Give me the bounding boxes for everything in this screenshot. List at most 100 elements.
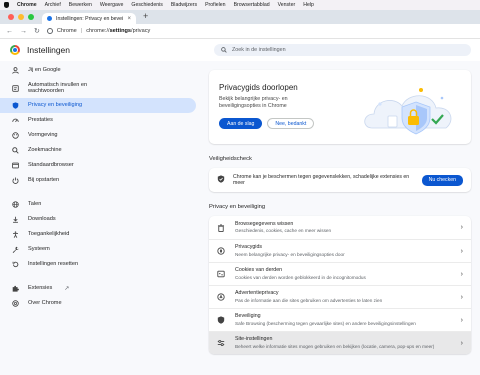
chevron-right-icon: › xyxy=(460,247,463,255)
sidebar-item-system[interactable]: Systeem xyxy=(0,242,196,257)
row-subtitle: Cookies van derden worden geblokkeerd in… xyxy=(235,274,366,280)
safety-check-heading: Veiligheidscheck xyxy=(209,156,252,162)
search-icon xyxy=(12,147,19,154)
row-text: Advertentieprivacy Pas de informatie aan… xyxy=(235,290,451,303)
reload-icon[interactable]: ↻ xyxy=(34,27,40,35)
sidebar-item-extensions[interactable]: Extensies ↗ xyxy=(0,281,196,296)
sidebar-item-about-chrome[interactable]: Over Chrome xyxy=(0,296,196,311)
sidebar-item-appearance[interactable]: Vormgeving xyxy=(0,128,196,143)
sidebar-item-default-browser[interactable]: Standaardbrowser xyxy=(0,158,196,173)
mac-menu-bar: Chrome Archief Bewerken Weergave Geschie… xyxy=(0,0,480,10)
row-ad-privacy[interactable]: Advertentieprivacy Pas de informatie aan… xyxy=(209,285,471,308)
menu-bladwijzers[interactable]: Bladwijzers xyxy=(171,2,197,8)
no-thanks-button[interactable]: Nee, bedankt xyxy=(267,118,315,129)
sidebar-item-you-and-google[interactable]: Jij en Google xyxy=(0,63,196,78)
address-bar[interactable]: Chrome | chrome://settings/privacy xyxy=(46,26,197,36)
settings-search[interactable] xyxy=(214,44,471,56)
menu-bewerken[interactable]: Bewerken xyxy=(69,2,92,8)
menu-browsertabblad[interactable]: Browsertabblad xyxy=(234,2,270,8)
row-title: Site-instellingen xyxy=(235,336,273,343)
sidebar-item-label: Talen xyxy=(28,201,42,208)
settings-sidebar: Jij en Google Automatisch invullen en wa… xyxy=(0,63,208,311)
sidebar-item-languages[interactable]: Talen xyxy=(0,197,196,212)
row-text: Beveiliging Safe Browsing (bescherming t… xyxy=(235,313,451,326)
sidebar-item-accessibility[interactable]: Toegankelijkheid xyxy=(0,227,196,242)
row-subtitle: Beheert welke informatie sites mogen geb… xyxy=(235,343,435,349)
row-privacy-guide[interactable]: Privacygids Neem belangrijke privacy- en… xyxy=(209,239,471,262)
sidebar-item-label: Automatisch invullen en wachtwoorden xyxy=(28,81,88,95)
accessibility-icon xyxy=(12,231,19,238)
row-subtitle: Safe Browsing (bescherming tegen gevaarl… xyxy=(235,320,416,326)
row-text: Privacygids Neem belangrijke privacy- en… xyxy=(235,244,451,257)
row-text: Cookies van derden Cookies van derden wo… xyxy=(235,267,451,280)
site-info-icon[interactable] xyxy=(46,28,53,34)
row-site-settings[interactable]: Site-instellingen Beheert welke informat… xyxy=(209,331,471,354)
zoom-window-button[interactable] xyxy=(28,14,34,20)
speedometer-icon xyxy=(12,117,19,124)
close-tab-icon[interactable]: × xyxy=(127,16,131,22)
browser-toolbar: ← → ↻ Chrome | chrome://settings/privacy xyxy=(0,24,480,39)
power-icon xyxy=(12,177,19,184)
menu-profielen[interactable]: Profielen xyxy=(205,2,225,8)
shield-check-icon xyxy=(217,175,225,185)
row-security[interactable]: Beveiliging Safe Browsing (bescherming t… xyxy=(209,308,471,331)
new-tab-button[interactable]: + xyxy=(136,11,155,24)
check-now-button[interactable]: Nu checken xyxy=(421,174,463,186)
browser-icon xyxy=(12,162,19,169)
chevron-right-icon: › xyxy=(460,224,463,231)
sidebar-item-search-engine[interactable]: Zoekmachine xyxy=(0,143,196,158)
settings-header: Instellingen xyxy=(0,39,480,61)
forward-icon[interactable]: → xyxy=(20,28,27,35)
row-subtitle: Geschiedenis, cookies, cache en meer wis… xyxy=(235,228,332,234)
sidebar-item-label: Toegankelijkheid xyxy=(28,231,70,238)
menu-archief[interactable]: Archief xyxy=(45,2,61,8)
sidebar-item-privacy[interactable]: Privacy en beveiliging xyxy=(0,98,196,113)
sidebar-item-label: Systeem xyxy=(28,246,50,253)
chevron-right-icon: › xyxy=(460,339,463,347)
apple-icon[interactable] xyxy=(4,2,9,8)
privacy-settings-list: Browsegegevens wissen Geschiedenis, cook… xyxy=(209,216,471,354)
autofill-icon xyxy=(12,84,19,92)
sidebar-item-performance[interactable]: Prestaties xyxy=(0,113,196,128)
wrench-icon xyxy=(12,246,19,253)
menu-weergave[interactable]: Weergave xyxy=(100,2,124,8)
settings-main: Privacygids doorlopen Bekijk belangrijke… xyxy=(209,70,471,354)
sidebar-item-label: Zoekmachine xyxy=(28,147,62,154)
row-title: Privacygids xyxy=(235,244,263,251)
sliders-icon xyxy=(217,339,225,347)
row-text: Site-instellingen Beheert welke informat… xyxy=(235,336,451,349)
privacy-section-heading: Privacy en beveiliging xyxy=(209,204,266,210)
sidebar-item-on-startup[interactable]: Bij opstarten xyxy=(0,173,196,188)
menu-venster[interactable]: Venster xyxy=(278,2,296,8)
menu-help[interactable]: Help xyxy=(303,2,314,8)
sidebar-item-label: Extensies xyxy=(28,285,53,292)
sidebar-divider xyxy=(0,188,208,197)
privacy-guide-illustration-icon xyxy=(364,88,452,135)
privacy-guide-icon xyxy=(217,247,225,255)
close-window-button[interactable] xyxy=(8,14,14,20)
row-third-party-cookies[interactable]: Cookies van derden Cookies van derden wo… xyxy=(209,262,471,285)
url-separator: | xyxy=(80,28,83,34)
back-icon[interactable]: ← xyxy=(6,28,13,35)
sidebar-item-autofill[interactable]: Automatisch invullen en wachtwoorden xyxy=(0,78,196,98)
get-started-button[interactable]: Aan de slag xyxy=(219,118,263,129)
search-input[interactable] xyxy=(232,47,432,53)
tab-settings[interactable]: Instellingen: Privacy en beveili × xyxy=(42,13,136,24)
sidebar-item-label: Downloads xyxy=(28,216,56,223)
sidebar-item-reset[interactable]: Instellingen resetten xyxy=(0,257,196,272)
search-icon xyxy=(221,47,227,53)
sidebar-item-label: Instellingen resetten xyxy=(28,261,79,268)
ad-privacy-icon xyxy=(217,293,225,301)
row-clear-browsing-data[interactable]: Browsegegevens wissen Geschiedenis, cook… xyxy=(209,216,471,239)
sidebar-item-label: Jij en Google xyxy=(28,67,61,74)
sidebar-item-downloads[interactable]: Downloads xyxy=(0,212,196,227)
privacy-guide-description: Bekijk belangrijke privacy- en beveiligi… xyxy=(219,96,288,109)
chevron-right-icon: › xyxy=(460,293,463,301)
person-icon xyxy=(12,67,19,74)
cookie-icon xyxy=(217,270,225,278)
trash-icon xyxy=(217,223,225,232)
minimize-window-button[interactable] xyxy=(18,14,24,20)
external-link-icon: ↗ xyxy=(64,286,70,292)
menu-geschiedenis[interactable]: Geschiedenis xyxy=(131,2,162,8)
menu-chrome[interactable]: Chrome xyxy=(17,2,37,8)
